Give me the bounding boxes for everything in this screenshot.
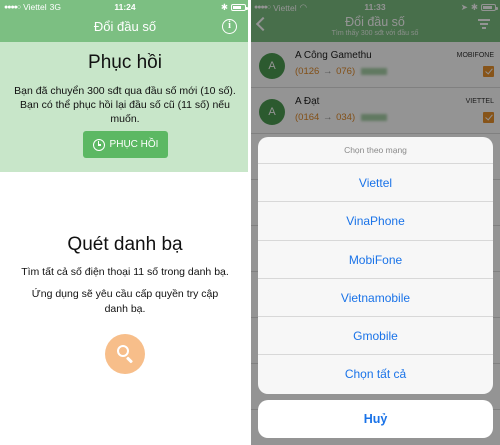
restore-description: Bạn đã chuyển 300 sđt qua đầu số mới (10…: [14, 85, 236, 125]
page-title: Đổi đầu số: [93, 19, 157, 34]
option-vietnamobile[interactable]: Vietnamobile: [258, 279, 493, 318]
action-sheet-title: Chọn theo mạng: [258, 137, 493, 164]
option-select-all[interactable]: Chọn tất cả: [258, 355, 493, 393]
scan-title: Quét danh bạ: [67, 234, 183, 255]
restore-button[interactable]: PHỤC HỒI: [83, 131, 168, 158]
battery-icon: [231, 4, 248, 11]
action-sheet: Chọn theo mạng Viettel VinaPhone MobiFon…: [258, 137, 493, 394]
status-time: 11:24: [114, 2, 136, 12]
cancel-button[interactable]: Huỷ: [258, 400, 493, 438]
right-screen: ●●●●○ Viettel ◠ 11:33 ➤ ✱ Đổi đầu số Tìm…: [250, 0, 500, 445]
scan-description: Tìm tất cả số điện thoại 11 số trong dan…: [21, 266, 229, 278]
status-bar: ●●●●○ Viettel 3G 11:24 ✱: [0, 0, 250, 14]
restore-panel: Phục hồi Bạn đã chuyển 300 sđt qua đầu s…: [0, 42, 250, 172]
option-mobifone[interactable]: MobiFone: [258, 241, 493, 279]
restore-button-label: PHỤC HỒI: [109, 139, 159, 150]
bluetooth-icon: ✱: [220, 2, 228, 12]
restore-title: Phục hồi: [88, 52, 162, 73]
option-vinaphone[interactable]: VinaPhone: [258, 202, 493, 241]
option-viettel[interactable]: Viettel: [258, 164, 493, 203]
header-bar: ●●●●○ Viettel 3G 11:24 ✱ Đổi đầu số i: [0, 0, 250, 42]
status-right: ✱: [220, 2, 248, 13]
option-gmobile[interactable]: Gmobile: [258, 317, 493, 356]
permission-note: Ứng dụng sẽ yêu cầu cấp quyền try cập da…: [31, 288, 219, 315]
history-icon: [92, 138, 105, 151]
search-icon: [117, 345, 129, 357]
left-screen: ●●●●○ Viettel 3G 11:24 ✱ Đổi đầu số i Ph…: [0, 0, 250, 445]
search-icon-handle: [125, 356, 134, 364]
scan-button[interactable]: [105, 334, 145, 374]
info-icon[interactable]: i: [222, 19, 237, 34]
screen-divider: [248, 0, 251, 445]
